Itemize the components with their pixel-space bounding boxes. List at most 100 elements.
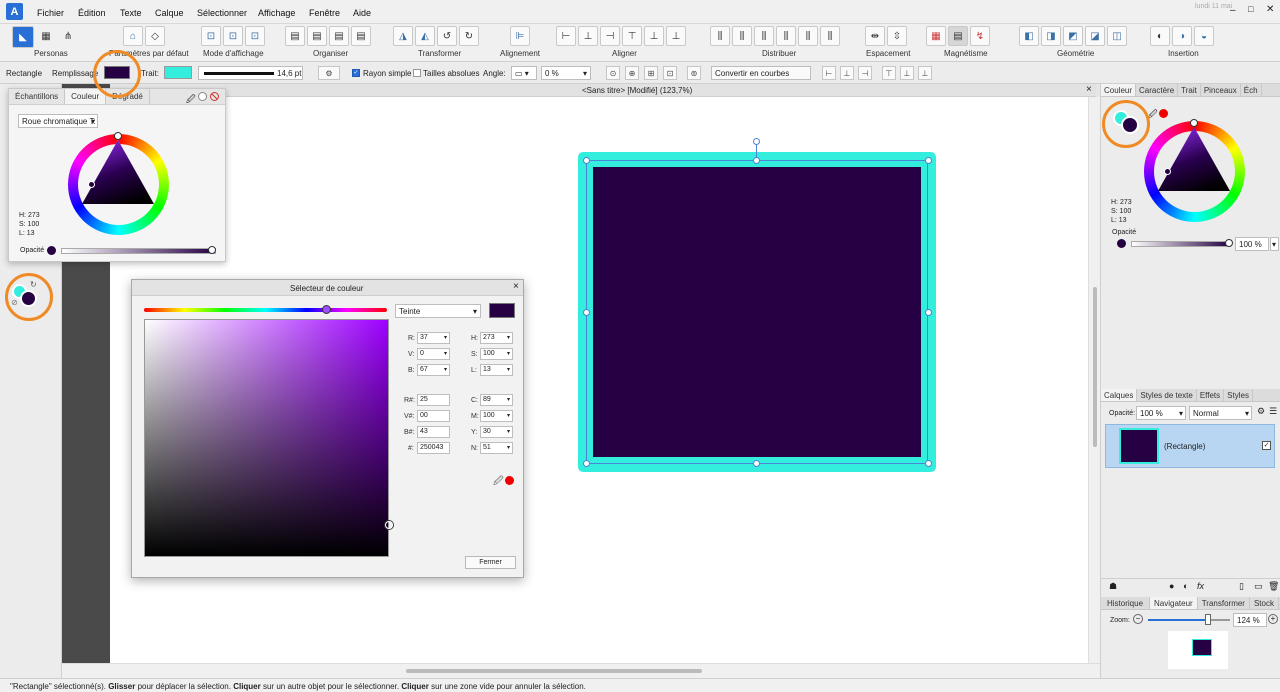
picker-close-icon[interactable]: × [513, 281, 519, 292]
right-opacity-handle[interactable] [1225, 239, 1233, 247]
field-n[interactable]: 51 ▾ [480, 442, 513, 454]
arrange-front-icon[interactable]: ▤ [351, 26, 371, 46]
layer-opacity-field[interactable]: 100 % ▾ [1136, 406, 1186, 420]
snapping-grid-icon[interactable]: ▤ [948, 26, 968, 46]
flip-vertical-icon[interactable]: ◭ [415, 26, 435, 46]
selection-handle[interactable] [925, 157, 932, 164]
tab-effets[interactable]: Effets [1197, 389, 1225, 401]
tab-historique[interactable]: Historique [1101, 597, 1151, 609]
layers-stack-icon[interactable]: ☗ [1109, 581, 1117, 592]
sv-square-handle[interactable] [385, 521, 393, 529]
flip-horizontal-icon[interactable]: ◮ [393, 26, 413, 46]
tab-pinceaux[interactable]: Pinceaux [1201, 84, 1241, 96]
horizontal-scroll-thumb[interactable] [406, 669, 702, 673]
menu-affichage[interactable]: Affichage [258, 8, 295, 18]
ctx-align-4-icon[interactable]: ⊤ [882, 66, 896, 80]
angle-value-field[interactable]: 0 % ▾ [541, 66, 591, 80]
geometry-xor-icon[interactable]: ◪ [1085, 26, 1105, 46]
rotate-handle[interactable] [753, 138, 760, 145]
ctx-align-5-icon[interactable]: ⊥ [900, 66, 914, 80]
document-close-icon[interactable]: × [1086, 84, 1092, 95]
geometry-add-icon[interactable]: ◧ [1019, 26, 1039, 46]
picker-mode-dropdown[interactable]: Teinte ▾ [395, 304, 481, 318]
blend-mode-dropdown[interactable]: Normal ▾ [1189, 406, 1252, 420]
hue-slider[interactable] [144, 308, 387, 312]
selection-handle[interactable] [583, 460, 590, 467]
stroke-settings-gear-icon[interactable]: ⚙ [318, 66, 340, 80]
align-bottom-icon[interactable]: ⊥ [666, 26, 686, 46]
field-v-pct[interactable]: 00 [417, 410, 450, 422]
vertical-scrollbar[interactable] [1088, 97, 1100, 663]
field-s[interactable]: 100 ▾ [480, 348, 513, 360]
layer-settings-gear-icon[interactable]: ⚙ [1257, 406, 1265, 417]
distribute-1-icon[interactable]: ⫼ [710, 26, 730, 46]
zoom-in-icon[interactable]: + [1268, 614, 1278, 624]
tab-transformer[interactable]: Transformer [1198, 597, 1250, 609]
snapping-options-icon[interactable]: ↯ [970, 26, 990, 46]
right-opacity-dropdown[interactable]: ▾ [1270, 237, 1279, 251]
picker-sample-dot[interactable] [505, 476, 514, 485]
ctx-align-6-icon[interactable]: ⊥ [918, 66, 932, 80]
stroke-width-field[interactable]: 14,6 pt [198, 66, 303, 80]
insert-behind-icon[interactable]: ◐ [1150, 26, 1170, 46]
view-mode-2-icon[interactable]: ⊡ [223, 26, 243, 46]
selection-handle[interactable] [753, 157, 760, 164]
snapping-magnet-icon[interactable]: ▦ [926, 26, 946, 46]
zoom-slider-handle[interactable] [1205, 614, 1211, 625]
field-m[interactable]: 100 ▾ [480, 410, 513, 422]
arrange-back-icon[interactable]: ▤ [285, 26, 305, 46]
popover-tab-swatches[interactable]: Échantillons [9, 89, 66, 104]
popover-opacity-slider[interactable] [61, 248, 216, 254]
wheel-mode-dropdown[interactable]: Roue chromatique T: ▾ [18, 114, 98, 128]
picker-close-button[interactable]: Fermer [465, 556, 516, 569]
ctx-align-2-icon[interactable]: ⊥ [840, 66, 854, 80]
distribute-6-icon[interactable]: ⫼ [820, 26, 840, 46]
convert-curves-button[interactable]: Convertir en courbes [711, 66, 811, 80]
tab-navigateur[interactable]: Navigateur [1150, 597, 1198, 609]
tab-styles-texte[interactable]: Styles de texte [1137, 389, 1197, 401]
field-r-pct[interactable]: 25 [417, 394, 450, 406]
synchronize-defaults-icon[interactable]: ⌂ [123, 26, 143, 46]
selection-handle[interactable] [925, 309, 932, 316]
right-opacity-slider[interactable] [1131, 241, 1231, 247]
right-sample-dot[interactable] [1159, 109, 1168, 118]
field-h[interactable]: 273 ▾ [480, 332, 513, 344]
align-middle-icon[interactable]: ⊥ [644, 26, 664, 46]
popover-opacity-handle[interactable] [208, 246, 216, 254]
vertical-scroll-thumb[interactable] [1093, 287, 1097, 447]
ctx-align-1-icon[interactable]: ⊢ [822, 66, 836, 80]
field-c[interactable]: 89 ▾ [480, 394, 513, 406]
navigator-preview[interactable] [1168, 631, 1228, 669]
view-mode-1-icon[interactable]: ⊡ [201, 26, 221, 46]
field-v[interactable]: 0 ▾ [417, 348, 450, 360]
field-b-pct[interactable]: 43 [417, 426, 450, 438]
revert-defaults-icon[interactable]: ◇ [145, 26, 165, 46]
hue-handle[interactable] [114, 132, 122, 140]
field-l[interactable]: 13 ▾ [480, 364, 513, 376]
insert-top-icon[interactable]: ◑ [1172, 26, 1192, 46]
selection-handle[interactable] [583, 309, 590, 316]
distribute-4-icon[interactable]: ⫼ [776, 26, 796, 46]
tab-echantillons[interactable]: Éch [1241, 84, 1262, 96]
rotate-left-icon[interactable]: ↺ [437, 26, 457, 46]
field-r[interactable]: 37 ▾ [417, 332, 450, 344]
color-wheel[interactable] [68, 132, 169, 235]
layers-new-icon[interactable]: ▯ [1239, 581, 1244, 592]
tab-calques[interactable]: Calques [1101, 389, 1138, 401]
menu-selectionner[interactable]: Sélectionner [197, 8, 247, 18]
right-triangle-handle[interactable] [1164, 168, 1171, 175]
maximize-icon[interactable]: □ [1248, 4, 1253, 14]
align-center-icon[interactable]: ⊥ [578, 26, 598, 46]
field-hex[interactable]: 250043 [417, 442, 450, 454]
popover-circle-icon[interactable] [198, 92, 207, 101]
tab-caractere[interactable]: Caractère [1136, 84, 1179, 96]
right-hue-handle[interactable] [1190, 119, 1198, 127]
picker-eyedropper-icon[interactable]: 🖉 [493, 474, 504, 491]
distribute-2-icon[interactable]: ⫼ [732, 26, 752, 46]
eyedropper-icon[interactable]: 🖉 [186, 92, 196, 108]
popover-none-icon[interactable] [210, 92, 219, 101]
layers-adjust-icon[interactable]: ◐ [1183, 581, 1188, 591]
angle-dropdown-icon[interactable]: ▾ [583, 69, 587, 78]
align-left-icon[interactable]: ⊢ [556, 26, 576, 46]
align-top-icon[interactable]: ⊤ [622, 26, 642, 46]
